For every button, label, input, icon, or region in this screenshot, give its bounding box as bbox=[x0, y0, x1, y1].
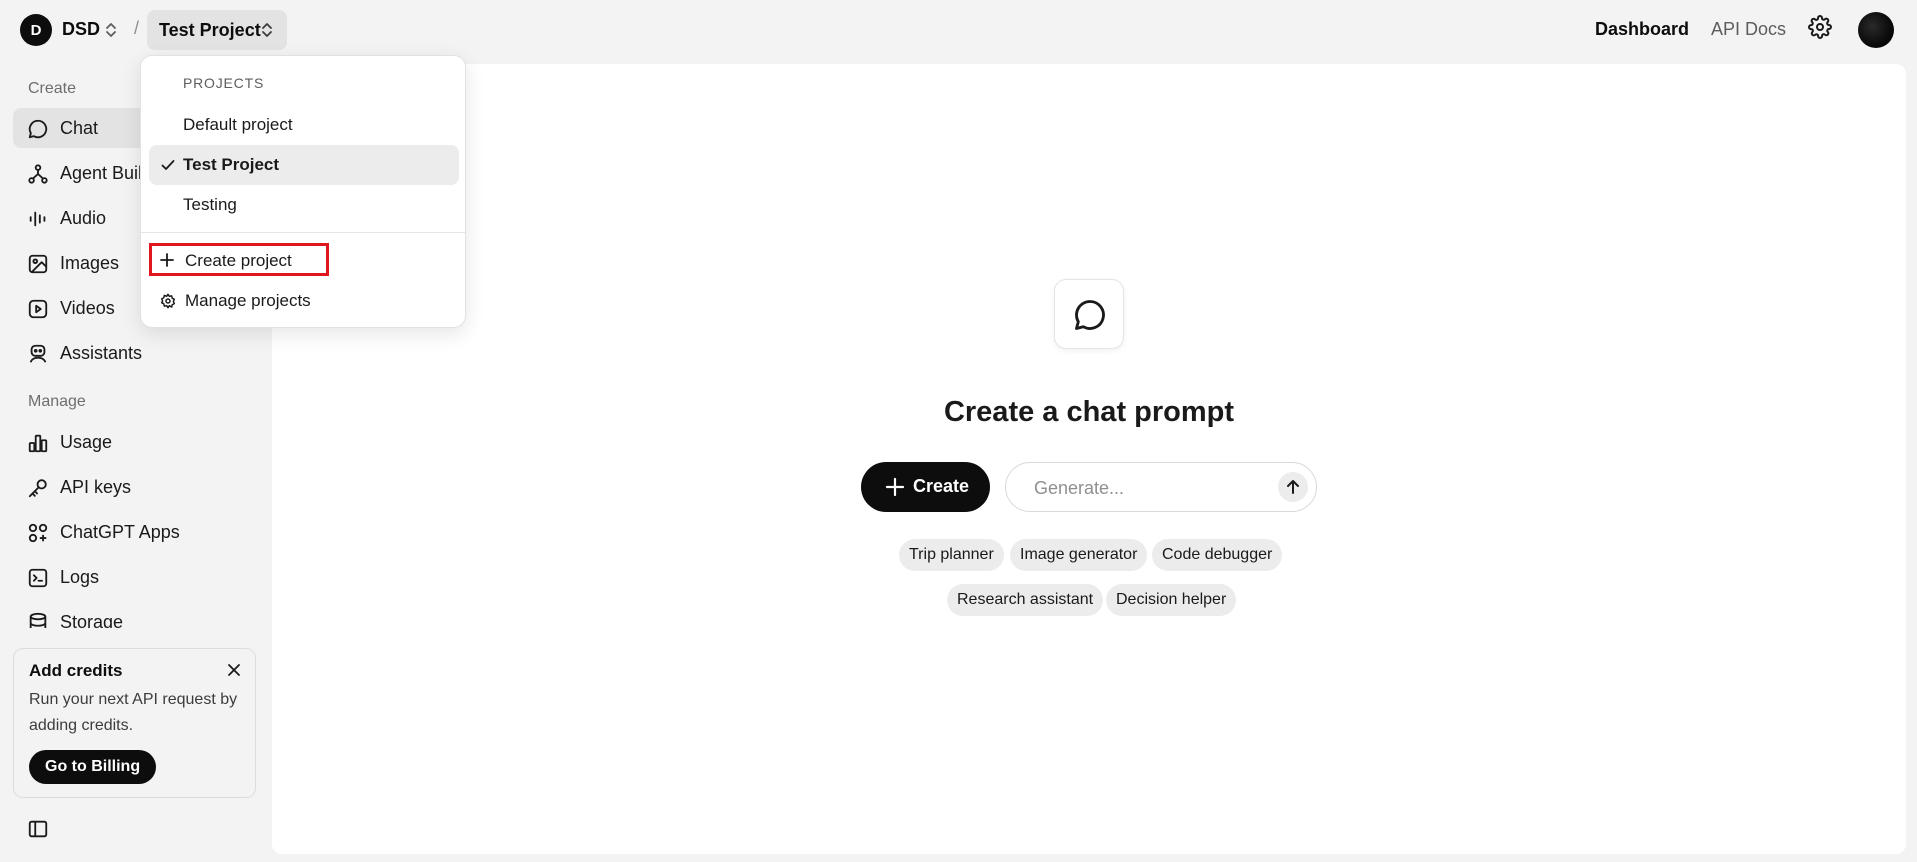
project-option-label: Test Project bbox=[183, 155, 280, 174]
project-dropdown-menu: PROJECTS Default project Test Project Te… bbox=[140, 55, 466, 328]
audio-waveform-icon bbox=[27, 208, 49, 230]
suggestion-chip[interactable]: Trip planner bbox=[899, 539, 1004, 571]
create-prompt-button[interactable]: Create bbox=[861, 462, 990, 512]
suggestion-chip[interactable]: Code debugger bbox=[1152, 539, 1283, 571]
org-avatar[interactable]: D bbox=[20, 14, 52, 46]
add-credits-description: Run your next API request by adding cred… bbox=[29, 691, 238, 734]
nav-api-docs-link[interactable]: API Docs bbox=[1711, 19, 1786, 40]
suggestion-chip[interactable]: Image generator bbox=[1010, 539, 1148, 571]
top-bar: D DSD / Test Project Dashboard API Docs bbox=[0, 0, 1917, 60]
sidebar-item-chatgpt-apps[interactable]: ChatGPT Apps bbox=[13, 512, 257, 552]
main-panel: Create a chat prompt Create Trip planner… bbox=[272, 64, 1906, 854]
project-option-label: Testing bbox=[183, 195, 237, 214]
org-switcher-chevron-icon[interactable] bbox=[104, 20, 118, 40]
sidebar-item-label: Videos bbox=[60, 298, 115, 318]
manage-projects-button[interactable]: Manage projects bbox=[149, 282, 459, 320]
bar-chart-icon bbox=[27, 432, 49, 454]
project-switcher-button[interactable]: Test Project bbox=[147, 10, 287, 50]
arrow-up-icon[interactable] bbox=[1278, 472, 1308, 502]
create-prompt-label: Create bbox=[913, 476, 970, 496]
generate-prompt-box bbox=[1005, 462, 1317, 512]
gear-icon[interactable] bbox=[1808, 15, 1832, 39]
sidebar-item-label: Usage bbox=[60, 432, 113, 452]
plus-icon bbox=[885, 477, 905, 497]
suggestion-chip[interactable]: Research assistant bbox=[947, 584, 1104, 616]
video-icon bbox=[27, 298, 49, 320]
add-credits-title: Add credits bbox=[29, 661, 123, 680]
agent-builder-icon bbox=[27, 163, 49, 185]
apps-grid-icon bbox=[27, 522, 49, 544]
go-to-billing-button[interactable]: Go to Billing bbox=[29, 750, 157, 784]
terminal-icon bbox=[27, 567, 49, 589]
close-icon[interactable] bbox=[227, 663, 241, 677]
manage-projects-label: Manage projects bbox=[185, 291, 311, 310]
chat-bubble-icon bbox=[27, 118, 49, 140]
user-avatar[interactable] bbox=[1858, 12, 1894, 48]
image-icon bbox=[27, 253, 49, 275]
sidebar-item-label: Audio bbox=[60, 208, 107, 228]
sidebar-item-label: Logs bbox=[60, 567, 100, 587]
chat-prompt-tile bbox=[1054, 279, 1124, 349]
sidebar-item-label: ChatGPT Apps bbox=[60, 522, 180, 542]
project-switcher-chevron-icon bbox=[260, 20, 274, 40]
breadcrumb-separator: / bbox=[134, 18, 140, 38]
sidebar-item-logs[interactable]: Logs bbox=[13, 557, 257, 597]
add-credits-card: Add credits Run your next API request by… bbox=[13, 648, 256, 798]
project-option-label: Default project bbox=[183, 115, 293, 134]
robot-icon bbox=[27, 343, 49, 365]
create-project-label: Create project bbox=[185, 251, 292, 270]
generate-input[interactable] bbox=[1034, 475, 1254, 501]
suggestion-chip[interactable]: Decision helper bbox=[1106, 584, 1237, 616]
page-title: Create a chat prompt bbox=[943, 396, 1235, 428]
sidebar-item-label: Storage bbox=[60, 612, 124, 628]
project-option-test-project[interactable]: Test Project bbox=[149, 145, 459, 185]
sidebar-toggle-icon[interactable] bbox=[27, 818, 49, 840]
gear-icon bbox=[160, 293, 176, 309]
dropdown-section-header: PROJECTS bbox=[183, 75, 265, 91]
org-name[interactable]: DSD bbox=[62, 19, 100, 40]
sidebar-section-create: Create bbox=[28, 80, 77, 97]
plus-icon bbox=[160, 253, 174, 267]
sidebar-item-usage[interactable]: Usage bbox=[13, 422, 257, 462]
project-switcher-label: Test Project bbox=[159, 20, 261, 40]
nav-dashboard-link[interactable]: Dashboard bbox=[1595, 19, 1689, 40]
project-option-default[interactable]: Default project bbox=[149, 105, 459, 145]
sidebar-item-assistants[interactable]: Assistants bbox=[13, 333, 257, 373]
dropdown-divider bbox=[141, 232, 465, 233]
create-project-button[interactable]: Create project bbox=[149, 242, 459, 280]
sidebar-item-label: API keys bbox=[60, 477, 132, 497]
chat-bubble-icon bbox=[1072, 297, 1108, 333]
key-icon bbox=[27, 477, 49, 499]
sidebar-item-label: Chat bbox=[60, 118, 99, 138]
database-icon bbox=[27, 612, 49, 628]
sidebar-item-label: Images bbox=[60, 253, 120, 273]
sidebar-item-label: Assistants bbox=[60, 343, 143, 363]
checkmark-icon bbox=[160, 157, 176, 173]
sidebar-item-api-keys[interactable]: API keys bbox=[13, 467, 257, 507]
sidebar-section-manage: Manage bbox=[28, 393, 86, 410]
project-option-testing[interactable]: Testing bbox=[149, 185, 459, 225]
sidebar-item-storage[interactable]: Storage bbox=[13, 602, 257, 628]
